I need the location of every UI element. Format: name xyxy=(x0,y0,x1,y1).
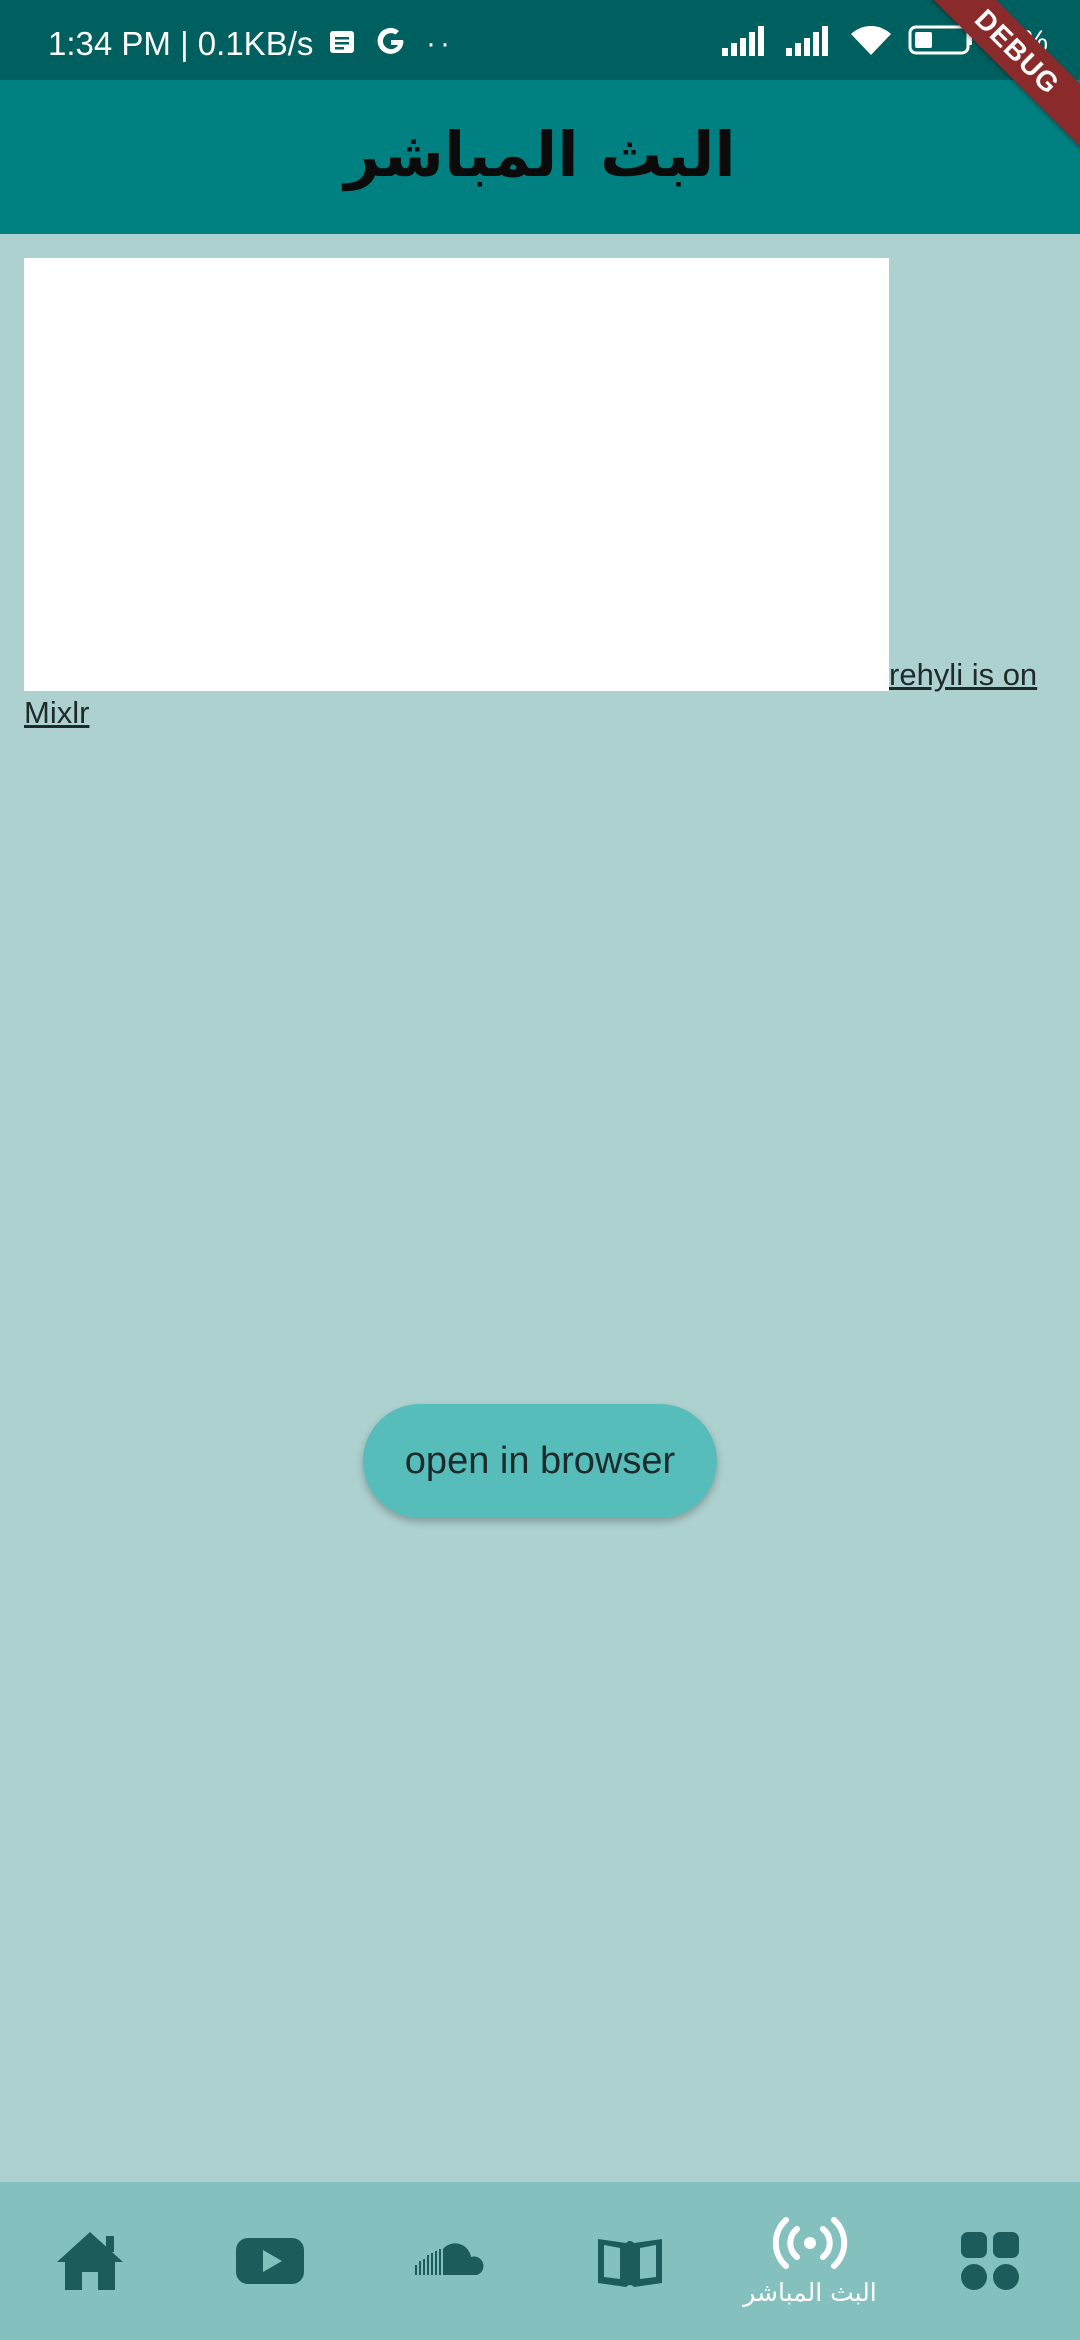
signal-icon xyxy=(784,24,834,61)
nav-item-live-broadcast[interactable]: البث المباشر xyxy=(720,2182,900,2340)
home-icon xyxy=(53,2228,127,2294)
mixlr-embed-frame[interactable] xyxy=(24,258,889,691)
open-in-browser-button[interactable]: open in browser xyxy=(363,1404,717,1518)
book-icon xyxy=(594,2231,666,2291)
bottom-navigation: البث المباشر xyxy=(0,2182,1080,2340)
nav-label-live-broadcast: البث المباشر xyxy=(743,2278,877,2307)
page-title: البث المباشر xyxy=(344,117,736,191)
nav-item-soundcloud[interactable] xyxy=(360,2182,540,2340)
mixlr-link-line2[interactable]: Mixlr xyxy=(24,694,89,732)
youtube-icon xyxy=(234,2234,306,2288)
google-icon xyxy=(374,25,408,64)
more-dots-icon: ·· xyxy=(426,27,454,60)
status-time: 1:34 PM | 0.1KB/s xyxy=(48,25,314,62)
app-bar: البث المباشر xyxy=(0,80,1080,234)
message-icon xyxy=(328,28,356,61)
status-left-icons: ·· xyxy=(328,24,454,64)
soundcloud-icon xyxy=(413,2241,487,2281)
nav-item-youtube[interactable] xyxy=(180,2182,360,2340)
wifi-icon xyxy=(848,23,894,62)
nav-item-more[interactable] xyxy=(900,2182,1080,2340)
nav-item-home[interactable] xyxy=(0,2182,180,2340)
grid-apps-icon xyxy=(959,2230,1021,2292)
mixlr-link-line1[interactable]: rehyli is on xyxy=(889,656,1037,694)
signal-icon xyxy=(720,24,770,61)
status-bar: 1:34 PM | 0.1KB/s ·· xyxy=(0,0,1080,80)
main-content: rehyli is on Mixlr open in browser xyxy=(0,234,1080,2182)
nav-item-book[interactable] xyxy=(540,2182,720,2340)
live-broadcast-icon xyxy=(771,2215,849,2271)
